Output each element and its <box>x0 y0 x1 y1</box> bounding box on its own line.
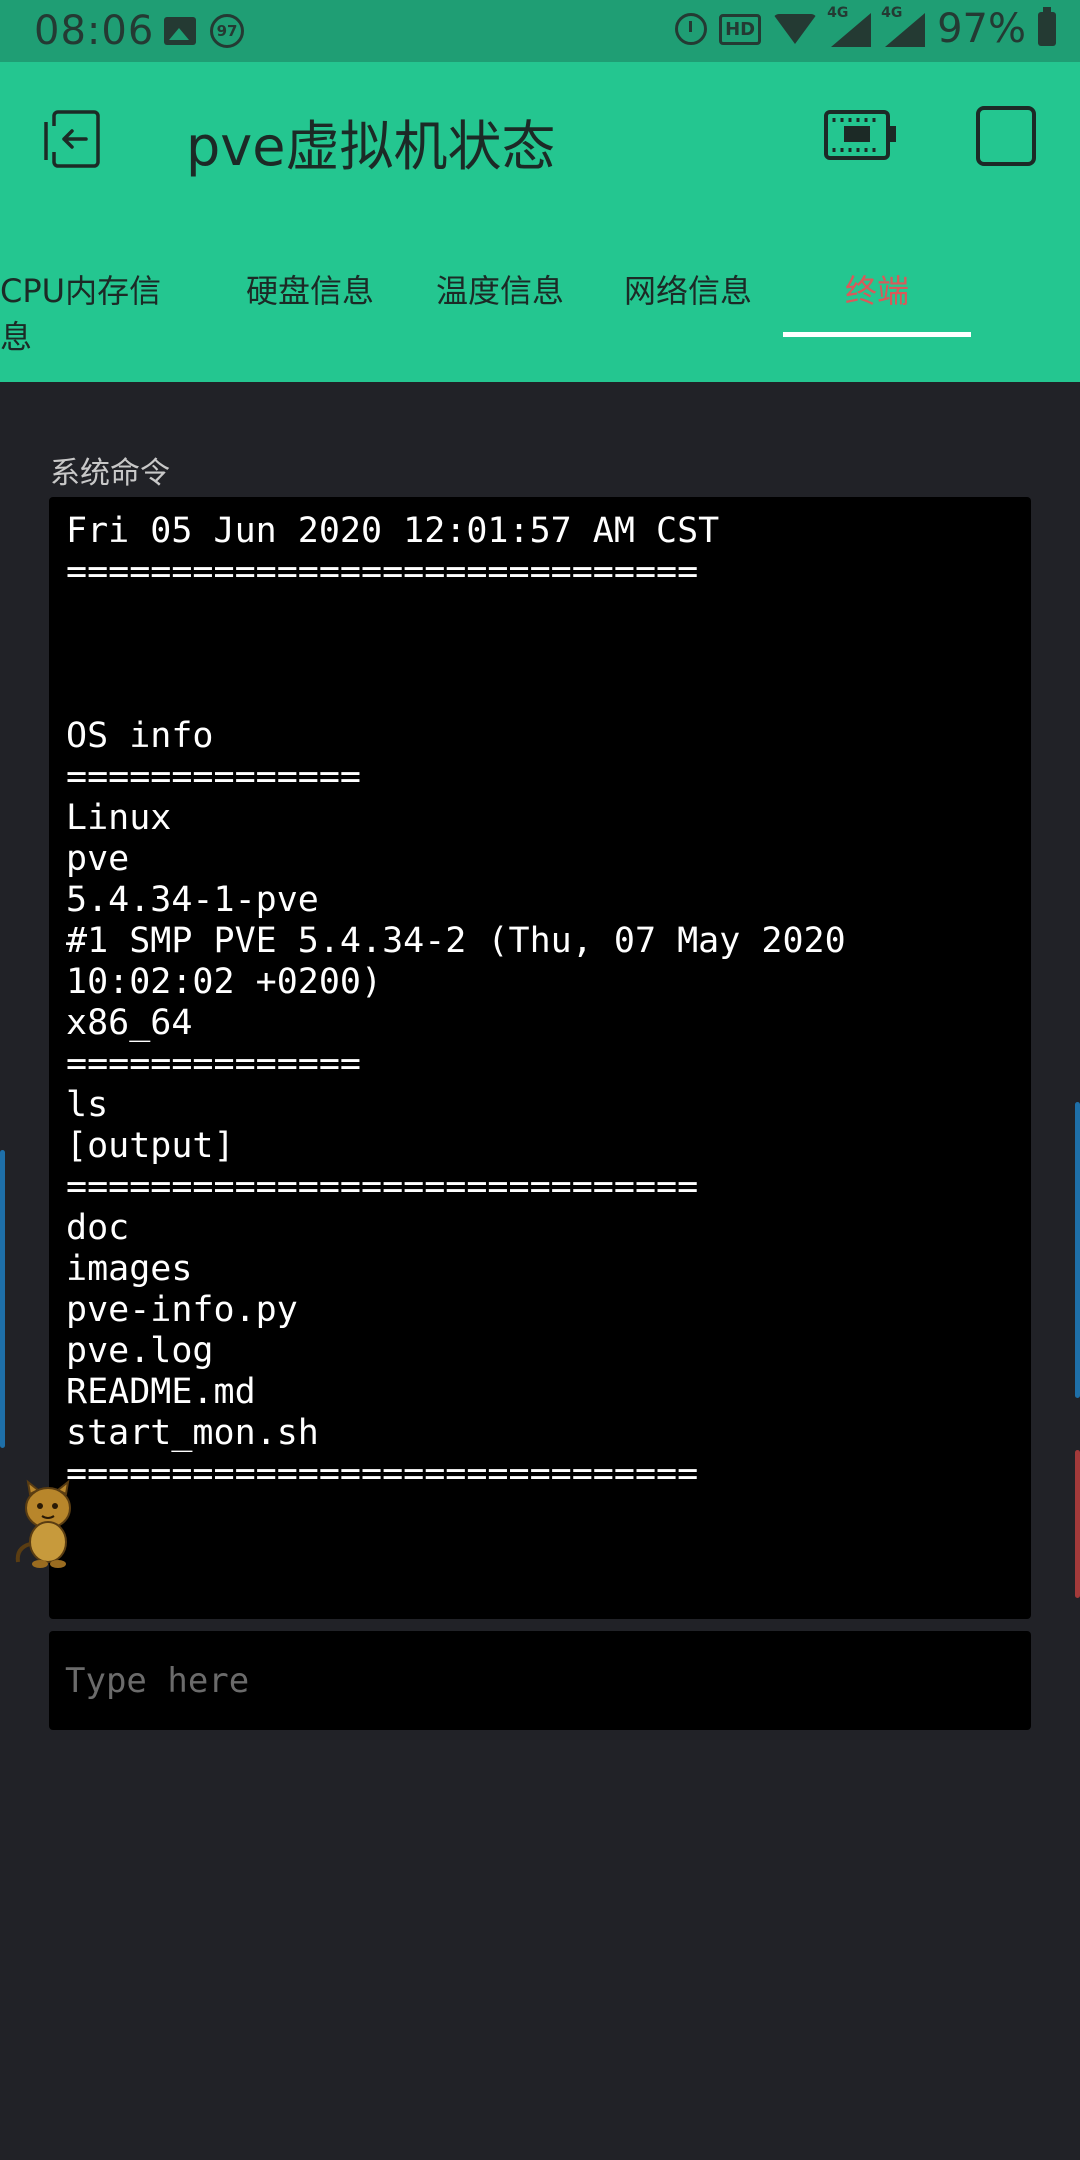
alarm-icon <box>675 13 708 45</box>
command-input-box[interactable] <box>49 1631 1031 1730</box>
square-button[interactable] <box>976 106 1036 166</box>
terminal-line: start_mon.sh <box>66 1413 319 1453</box>
tab-temperature[interactable]: 温度信息 <box>400 266 600 356</box>
terminal-line: [output] <box>66 1126 235 1166</box>
section-label: 系统命令 <box>50 456 170 491</box>
signal-label-1: 4G <box>827 5 849 21</box>
terminal-line: Fri 05 Jun 2020 12:01:57 AM CST <box>66 511 720 551</box>
terminal-lines: Fri 05 Jun 2020 12:01:57 AM CST =========… <box>66 511 1016 1495</box>
battery-percent: 97% <box>937 6 1026 52</box>
terminal-line: x86_64 <box>66 1003 193 1043</box>
notification-badge: 97 <box>210 14 244 48</box>
signal-icon-2: 4G <box>881 5 926 47</box>
terminal-line: ============== <box>66 1044 362 1084</box>
hd-icon: HD <box>719 13 762 45</box>
app-bar: pve虚拟机状态 CPU内存信息 硬盘信息 温度信息 网络信息 终端 <box>0 62 1080 382</box>
command-input[interactable] <box>65 1631 1015 1730</box>
status-right-icons: HD 4G 4G 97% <box>675 5 1056 52</box>
terminal-line: #1 SMP PVE 5.4.34-2 (Thu, 07 May 2020 <box>66 921 846 961</box>
terminal-line: 10:02:02 +0200) <box>66 962 383 1002</box>
status-bar: 08:06 97 HD 4G 4G 97% <box>0 0 1080 62</box>
right-edge-handle-red[interactable] <box>1075 1450 1080 1598</box>
right-edge-handle-blue[interactable] <box>1075 1102 1080 1398</box>
terminal-line: ============================== <box>66 1454 699 1494</box>
status-left-icons: 97 <box>164 14 244 48</box>
terminal-line: pve-info.py <box>66 1290 298 1330</box>
terminal-output[interactable]: Fri 05 Jun 2020 12:01:57 AM CST =========… <box>49 497 1031 1619</box>
left-edge-handle[interactable] <box>0 1150 5 1448</box>
tab-disk[interactable]: 硬盘信息 <box>210 266 410 356</box>
image-notification-icon <box>164 17 196 45</box>
status-time: 08:06 <box>34 8 155 54</box>
terminal-line: pve <box>66 839 130 879</box>
chip-icon[interactable] <box>824 106 896 164</box>
terminal-line: ls <box>66 1085 109 1125</box>
tab-cpu-memory[interactable]: CPU内存信息 <box>0 266 190 356</box>
battery-icon <box>1038 7 1056 46</box>
signal-icon-1: 4G <box>827 5 872 47</box>
terminal-line: ============================== <box>66 552 699 592</box>
terminal-line: doc <box>66 1208 130 1248</box>
floating-mascot-icon[interactable] <box>10 1478 82 1570</box>
terminal-line: ============== <box>66 757 362 797</box>
signal-label-2: 4G <box>881 5 903 21</box>
page-title: pve虚拟机状态 <box>186 115 556 178</box>
terminal-line: ============================== <box>66 1167 699 1207</box>
tab-terminal[interactable]: 终端 <box>783 266 971 356</box>
terminal-line: OS info <box>66 716 214 756</box>
terminal-line: README.md <box>66 1372 256 1412</box>
exit-icon[interactable] <box>42 108 104 170</box>
wifi-icon <box>773 14 818 44</box>
terminal-line: 5.4.34-1-pve <box>66 880 319 920</box>
tab-bar: CPU内存信息 硬盘信息 温度信息 网络信息 终端 <box>0 266 1080 356</box>
tab-indicator <box>783 332 971 337</box>
terminal-line: images <box>66 1249 193 1289</box>
terminal-line: Linux <box>66 798 172 838</box>
tab-network[interactable]: 网络信息 <box>588 266 788 356</box>
terminal-line: pve.log <box>66 1331 214 1371</box>
